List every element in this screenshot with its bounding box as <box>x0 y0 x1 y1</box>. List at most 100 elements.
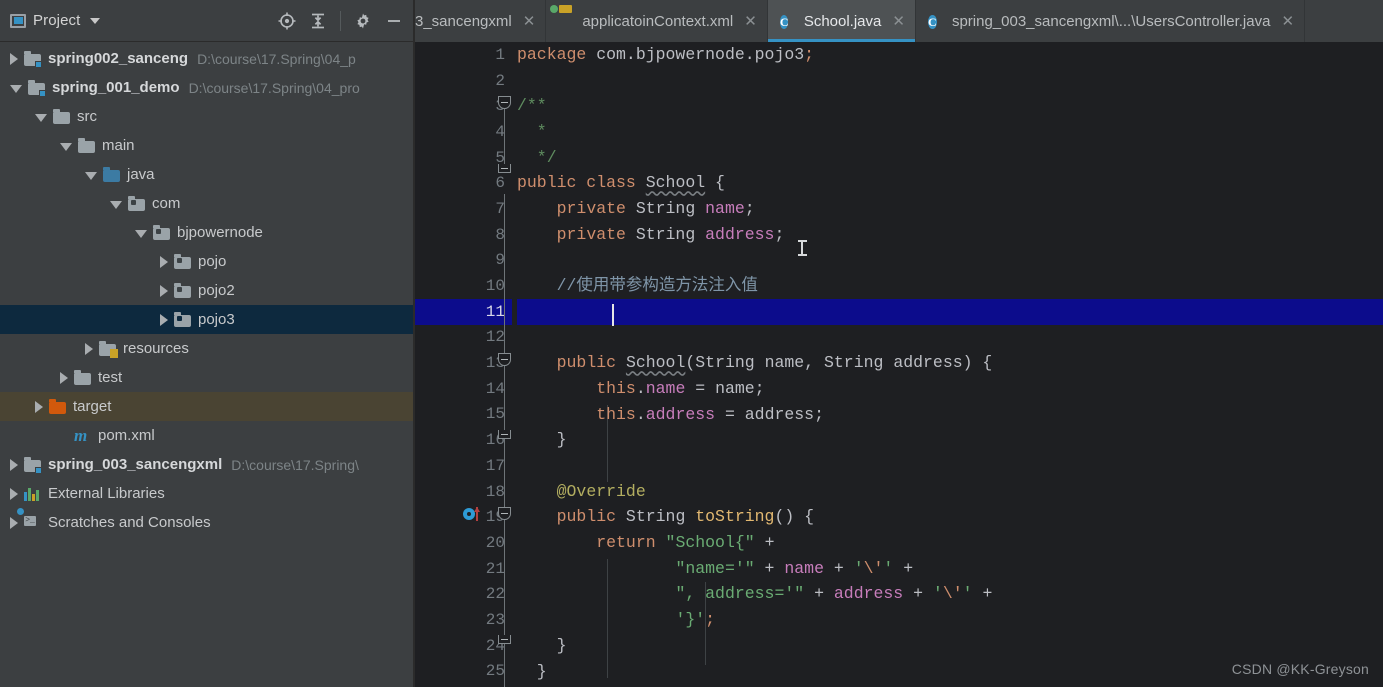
gutter-line: 6 <box>495 174 505 193</box>
tree-label: com <box>152 195 181 212</box>
maven-icon: m <box>74 426 88 445</box>
tree-row-pojo2[interactable]: pojo2 <box>0 276 415 305</box>
code-content[interactable]: package com.bjpowernode.pojo3; /** * */ … <box>512 42 1383 687</box>
folder-grey-icon <box>78 138 95 153</box>
tree-row-target[interactable]: target <box>0 392 415 421</box>
code-line: "name='" + name + '\'' + <box>675 558 914 578</box>
gutter-line: 21 <box>485 559 505 578</box>
code-editor[interactable]: 1 2 3 4 5 6 7 8 9 10 11 12 13 14 15 16 1… <box>415 42 1383 687</box>
tree-row-main[interactable]: main <box>0 131 415 160</box>
chevron-down-icon[interactable] <box>135 230 147 238</box>
folder-grey-icon <box>53 109 70 124</box>
chevron-down-icon[interactable] <box>10 85 22 93</box>
tree-row-external-libraries[interactable]: External Libraries <box>0 479 415 508</box>
editor-gutter[interactable]: 1 2 3 4 5 6 7 8 9 10 11 12 13 14 15 16 1… <box>415 42 512 687</box>
tree-row-scratches-and-consoles[interactable]: >_ Scratches and Consoles <box>0 508 415 537</box>
close-icon[interactable]: ✕ <box>744 12 757 30</box>
tree-row-spring_003_sancengxml[interactable]: spring_003_sancengxml D:\course\17.Sprin… <box>0 450 415 479</box>
close-icon[interactable]: ✕ <box>523 12 536 30</box>
chevron-right-icon[interactable] <box>10 458 18 471</box>
editor-tab-UsersController-java[interactable]: C spring_003_sancengxml\...\UsersControl… <box>915 0 1306 42</box>
idea-window: Project spring002_sanceng D:\course\17.S… <box>0 0 1383 687</box>
locate-icon[interactable] <box>278 12 296 30</box>
project-panel-title-group[interactable]: Project <box>10 12 101 29</box>
tree-row-src[interactable]: src <box>0 102 415 131</box>
module-folder-icon <box>28 80 46 97</box>
tree-label: test <box>98 369 123 386</box>
chevron-down-icon[interactable] <box>110 201 122 209</box>
mouse-text-cursor <box>798 240 807 256</box>
editor-tab-label: School.java <box>803 12 882 30</box>
folder-excluded-icon <box>49 399 66 414</box>
package-icon <box>174 283 191 298</box>
project-tree[interactable]: spring002_sanceng D:\course\17.Spring\04… <box>0 42 415 687</box>
editor-tab-School-java[interactable]: C School.java ✕ <box>767 0 916 42</box>
chevron-down-icon[interactable] <box>35 114 47 122</box>
chevron-right-icon[interactable] <box>160 255 168 268</box>
gutter-line: 25 <box>485 662 505 681</box>
gutter-line: 17 <box>485 456 505 475</box>
gutter-line: 13 <box>485 354 505 373</box>
gutter-line: 19 <box>485 508 505 527</box>
gutter-line: 23 <box>485 610 505 629</box>
chevron-right-icon[interactable] <box>60 371 68 384</box>
chevron-right-icon[interactable] <box>10 487 18 500</box>
tree-row-pom-xml[interactable]: m pom.xml <box>0 421 415 450</box>
tree-row-pojo3[interactable]: pojo3 <box>0 305 415 334</box>
minimize-icon[interactable] <box>385 12 403 30</box>
close-icon[interactable]: ✕ <box>892 12 905 30</box>
code-line: @Override <box>556 481 646 501</box>
chevron-down-icon[interactable] <box>85 172 97 180</box>
tree-label: java <box>127 166 155 183</box>
project-panel-toolbar <box>278 10 407 31</box>
gutter-line: 3 <box>495 97 505 116</box>
close-icon[interactable]: ✕ <box>1281 12 1294 30</box>
code-line: } <box>517 635 567 655</box>
tree-label: main <box>102 137 135 154</box>
gutter-line: 12 <box>485 328 505 347</box>
editor-tab-3_sancengxml[interactable]: 3_sancengxml ✕ <box>415 0 547 42</box>
code-line: public String toString() { <box>556 507 815 527</box>
chevron-right-icon[interactable] <box>160 284 168 297</box>
chevron-down-icon[interactable] <box>90 17 101 24</box>
tree-label: pojo <box>198 253 227 270</box>
tree-row-spring_001_demo[interactable]: spring_001_demo D:\course\17.Spring\04_p… <box>0 73 415 102</box>
chevron-right-icon[interactable] <box>35 400 43 413</box>
folder-grey-icon <box>74 370 91 385</box>
editor-tab-applicatoinContext-xml[interactable]: applicatoinContext.xml ✕ <box>546 0 768 42</box>
tree-label: spring002_sanceng <box>48 50 189 67</box>
tree-label: pom.xml <box>98 427 155 444</box>
chevron-right-icon[interactable] <box>10 516 18 529</box>
tree-row-bjpowernode[interactable]: bjpowernode <box>0 218 415 247</box>
gutter-line: 9 <box>495 251 505 270</box>
tree-row-resources[interactable]: resources <box>0 334 415 363</box>
tree-row-com[interactable]: com <box>0 189 415 218</box>
gutter-line: 8 <box>495 225 505 244</box>
collapse-all-icon[interactable] <box>309 12 327 30</box>
code-line: */ <box>517 147 557 167</box>
editor-tab-label: applicatoinContext.xml <box>582 12 734 30</box>
package-icon <box>174 254 191 269</box>
code-line: return "School{" + <box>596 533 775 553</box>
code-line-current <box>517 298 1383 325</box>
tree-label: bjpowernode <box>177 224 263 241</box>
tree-row-java[interactable]: java <box>0 160 415 189</box>
chevron-right-icon[interactable] <box>160 313 168 326</box>
project-panel-header: Project <box>0 0 415 42</box>
chevron-down-icon[interactable] <box>60 143 72 151</box>
tree-row-spring002_sanceng[interactable]: spring002_sanceng D:\course\17.Spring\04… <box>0 44 415 73</box>
tree-row-pojo[interactable]: pojo <box>0 247 415 276</box>
project-tool-window: Project spring002_sanceng D:\course\17.S… <box>0 0 415 687</box>
tree-label: pojo2 <box>198 282 235 299</box>
gutter-line: 14 <box>485 379 505 398</box>
editor-area: 3_sancengxml ✕ applicatoinContext.xml ✕ … <box>415 0 1383 687</box>
chevron-right-icon[interactable] <box>10 52 18 65</box>
gutter-line: 15 <box>485 405 505 424</box>
chevron-right-icon[interactable] <box>85 342 93 355</box>
toolbar-divider <box>340 10 341 31</box>
tree-row-test[interactable]: test <box>0 363 415 392</box>
gear-icon[interactable] <box>354 12 372 30</box>
code-line: this.address = address; <box>596 404 824 424</box>
